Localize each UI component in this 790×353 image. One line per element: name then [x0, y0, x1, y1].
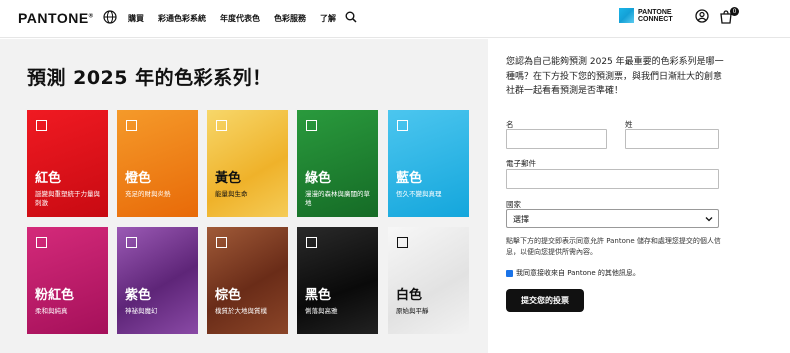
form-intro-text: 您認為自己能夠預測 2025 年最重要的色彩系列是哪一種嗎？在下方投下您的預測票… [506, 57, 724, 96]
tile-description: 俐落與高雅 [305, 307, 338, 315]
cart-count-badge: 0 [730, 7, 739, 16]
checkmark-icon [506, 279, 513, 285]
tile-checkbox[interactable] [126, 120, 137, 131]
last-name-field[interactable] [625, 129, 719, 149]
tile-name: 粉紅色 [35, 288, 75, 303]
logo-text: PANTONE [18, 10, 89, 26]
user-icon[interactable] [695, 9, 709, 23]
country-select[interactable]: 選擇 [506, 209, 719, 228]
pantone-connect-link[interactable]: PANTONE CONNECT [619, 8, 673, 23]
tile-name: 綠色 [305, 171, 332, 186]
tile-description: 恆久不變與真理 [396, 190, 442, 198]
tile-description: 柔和與純真 [35, 307, 68, 315]
tile-checkbox[interactable] [397, 120, 408, 131]
tile-checkbox[interactable] [36, 120, 47, 131]
tile-checkbox[interactable] [306, 120, 317, 131]
nav-item-color-systems[interactable]: 彩通色彩系統 [158, 13, 206, 24]
tile-description: 樸質於大地與質樸 [215, 307, 267, 315]
email-label: 電子郵件 [506, 159, 536, 168]
globe-icon[interactable] [103, 10, 117, 24]
consent-text: 點擊下方的提交即表示同意允許 Pantone 儲存和處理您提交的個人信息，以便向… [506, 237, 721, 256]
opt-in-label: 我同意接收來自 Pantone 的其他訊息。 [516, 269, 640, 277]
tile-description: 原始與平靜 [396, 307, 429, 315]
chevron-down-icon [705, 217, 713, 222]
tile-description: 誕變與重塑統于力量與刺激 [35, 190, 100, 207]
connect-line2: CONNECT [638, 15, 673, 23]
tile-name: 白色 [396, 288, 423, 303]
tile-description: 充足的財與炎熱 [125, 190, 171, 198]
submit-vote-button[interactable]: 提交您的投票 [506, 289, 584, 312]
tile-checkbox[interactable] [36, 237, 47, 248]
page-title: 預測 2025 年的色彩系列！ [27, 67, 272, 89]
tile-checkbox[interactable] [397, 237, 408, 248]
tile-description: 能量與生命 [215, 190, 248, 198]
tile-checkbox[interactable] [306, 237, 317, 248]
nav-item-color-services[interactable]: 色彩服務 [274, 13, 306, 24]
main-nav: 購買 彩通色彩系統 年度代表色 色彩服務 了解 [128, 13, 350, 24]
color-tile-green[interactable]: 綠色 漫漫的森林與廣闊的草地 [297, 110, 378, 217]
nav-item-shop[interactable]: 購買 [128, 13, 144, 24]
pantone-logo[interactable]: PANTONE® [18, 10, 94, 26]
color-tile-white[interactable]: 白色 原始與平靜 [388, 227, 469, 334]
tile-checkbox[interactable] [126, 237, 137, 248]
tile-description: 神祕與魔幻 [125, 307, 158, 315]
color-tile-blue[interactable]: 藍色 恆久不變與真理 [388, 110, 469, 217]
pantone-connect-logo [619, 8, 634, 23]
color-tile-brown[interactable]: 棕色 樸質於大地與質樸 [207, 227, 288, 334]
search-icon[interactable] [345, 11, 357, 23]
email-field[interactable] [506, 169, 719, 189]
opt-in-checkbox[interactable] [506, 270, 513, 285]
tile-name: 黑色 [305, 288, 332, 303]
connect-line1: PANTONE [638, 8, 672, 16]
tile-name: 橙色 [125, 171, 152, 186]
color-tile-yellow[interactable]: 黃色 能量與生命 [207, 110, 288, 217]
color-tile-purple[interactable]: 紫色 神祕與魔幻 [117, 227, 198, 334]
tile-description: 漫漫的森林與廣闊的草地 [305, 190, 370, 207]
color-tile-black[interactable]: 黑色 俐落與高雅 [297, 227, 378, 334]
color-tile-orange[interactable]: 橙色 充足的財與炎熱 [117, 110, 198, 217]
pantone-connect-text: PANTONE CONNECT [638, 9, 673, 23]
tile-checkbox[interactable] [216, 120, 227, 131]
color-tile-pink[interactable]: 粉紅色 柔和與純真 [27, 227, 108, 334]
nav-item-color-of-year[interactable]: 年度代表色 [220, 13, 260, 24]
first-name-field[interactable] [506, 129, 607, 149]
tile-name: 紅色 [35, 171, 62, 186]
tile-name: 紫色 [125, 288, 152, 303]
tile-name: 藍色 [396, 171, 423, 186]
country-select-value: 選擇 [513, 215, 529, 224]
nav-item-learn[interactable]: 了解 [320, 13, 336, 24]
tile-checkbox[interactable] [216, 237, 227, 248]
color-tile-red[interactable]: 紅色 誕變與重塑統于力量與刺激 [27, 110, 108, 217]
site-header: PANTONE® 購買 彩通色彩系統 年度代表色 色彩服務 了解 PANTONE… [0, 0, 790, 38]
tile-name: 棕色 [215, 288, 242, 303]
tile-name: 黃色 [215, 171, 242, 186]
